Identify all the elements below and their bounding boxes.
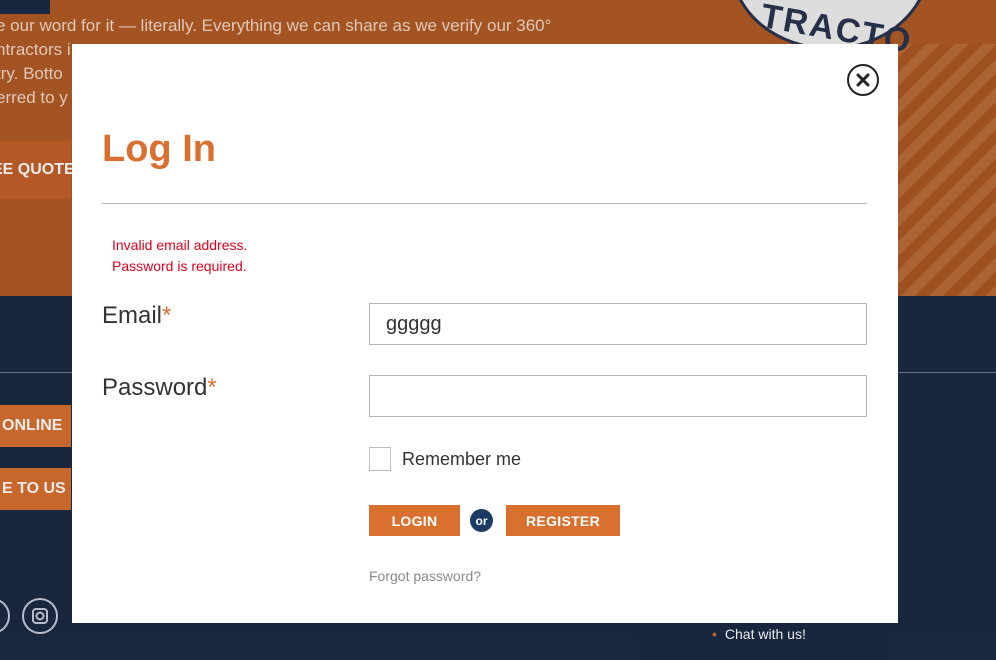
remember-me-label[interactable]: Remember me	[402, 449, 521, 470]
error-email-invalid: Invalid email address.	[112, 237, 248, 253]
login-modal: Log In Invalid email address. Password i…	[72, 44, 898, 623]
password-label-text: Password	[102, 374, 208, 401]
forgot-password-link[interactable]: Forgot password?	[369, 568, 481, 584]
email-label: Email*	[102, 302, 171, 330]
close-button[interactable]	[847, 64, 879, 96]
login-button[interactable]: LOGIN	[369, 505, 460, 536]
close-icon	[856, 73, 870, 87]
title-divider	[102, 203, 867, 204]
remember-me-checkbox[interactable]	[369, 447, 391, 471]
password-field[interactable]	[369, 375, 867, 417]
required-mark: *	[207, 374, 217, 401]
email-label-text: Email	[102, 302, 163, 329]
register-button[interactable]: REGISTER	[506, 505, 620, 536]
email-field[interactable]	[369, 303, 867, 345]
error-password-required: Password is required.	[112, 258, 247, 274]
or-separator: or	[470, 509, 493, 532]
required-mark: *	[162, 302, 172, 329]
password-label: Password*	[102, 374, 217, 402]
modal-title: Log In	[102, 128, 216, 170]
